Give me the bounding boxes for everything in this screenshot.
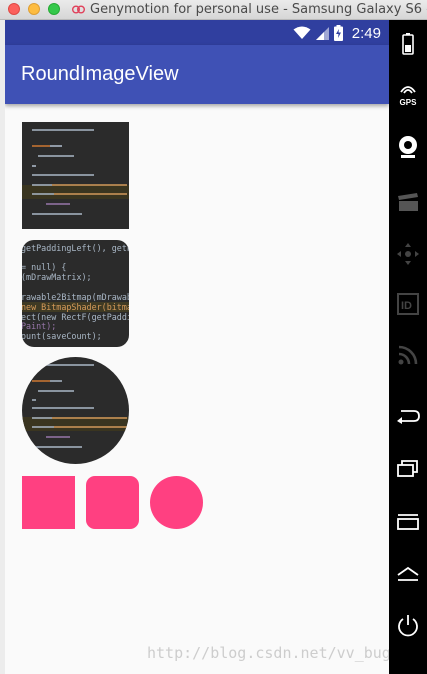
window-minimize-button[interactable] [28, 3, 40, 15]
code-line-2: = null) { [22, 262, 66, 272]
home-icon[interactable] [396, 562, 420, 586]
genymotion-logo-icon [72, 5, 85, 14]
app-bar: RoundImageView [5, 45, 389, 104]
rounded-image-view[interactable]: getPaddingLeft(), getPad = null) { (mDra… [22, 240, 129, 347]
emulator-toolbar: GPS ID [389, 20, 427, 674]
code-screenshot-image [22, 122, 129, 229]
battery-icon[interactable] [396, 32, 420, 56]
wifi-icon [293, 26, 311, 39]
code-screenshot-zoomed-image: getPaddingLeft(), getPad = null) { (mDra… [22, 240, 129, 347]
code-line-9: ount(saveCount); [22, 331, 102, 341]
id-icon[interactable]: ID [396, 292, 420, 316]
pink-rounded-view[interactable] [86, 476, 139, 529]
square-image-view[interactable] [22, 122, 129, 229]
dpad-icon[interactable] [396, 242, 420, 266]
device-screen[interactable]: 2:49 RoundImageView getPaddingLeft(), ge… [5, 20, 389, 674]
pink-circle-view[interactable] [150, 476, 203, 529]
battery-charging-icon [333, 25, 343, 41]
webcam-icon[interactable] [396, 135, 420, 159]
power-icon[interactable] [396, 614, 420, 638]
pink-square-view[interactable] [22, 476, 75, 529]
circle-image-view[interactable] [22, 357, 129, 464]
status-time: 2:49 [351, 24, 381, 42]
code-line-5: rawable2Bitmap(mDrawable [22, 292, 129, 302]
window-title: Genymotion for personal use - Samsung Ga… [90, 2, 427, 17]
code-line-3: (mDrawMatrix); [22, 272, 92, 282]
video-icon[interactable] [396, 190, 420, 214]
gps-label: GPS [399, 98, 417, 107]
code-line-6: new BitmapShader(bitmap, [22, 302, 129, 312]
status-bar: 2:49 [5, 20, 389, 45]
window-close-button[interactable] [8, 3, 20, 15]
rss-icon[interactable] [396, 343, 420, 367]
svg-text:ID: ID [401, 300, 412, 312]
code-line-8: Paint); [22, 321, 56, 331]
back-icon[interactable] [396, 404, 420, 428]
recents-icon[interactable] [396, 456, 420, 480]
cell-signal-icon [315, 26, 329, 40]
code-line-1: getPaddingLeft(), getPad [22, 243, 129, 253]
code-screenshot-circle-image [22, 357, 129, 464]
menu-icon[interactable] [396, 510, 420, 534]
app-title: RoundImageView [21, 63, 179, 85]
watermark-text: http://blog.csdn.net/vv_bug [147, 644, 389, 662]
window-maximize-button[interactable] [48, 3, 60, 15]
window-titlebar: Genymotion for personal use - Samsung Ga… [0, 0, 427, 20]
